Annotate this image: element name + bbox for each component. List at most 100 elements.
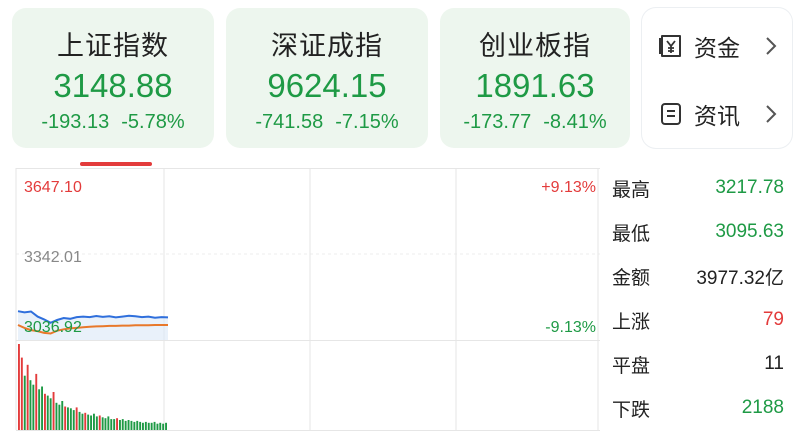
stat-label: 最低 <box>612 223 651 245</box>
stat-value: 3977.32亿 <box>696 267 784 289</box>
stat-flat-count: 平盘 11 <box>612 344 784 384</box>
chevron-right-icon <box>766 105 777 123</box>
volume-bar <box>162 423 165 430</box>
volume-bar <box>90 415 92 430</box>
stat-high: 最高 3217.78 <box>612 168 784 208</box>
index-card-chinext[interactable]: 创业板指 1891.63 -173.77 -8.41% <box>440 8 630 148</box>
index-card-shenzhen[interactable]: 深证成指 9624.15 -741.58 -7.15% <box>226 8 428 148</box>
volume-bar <box>150 422 153 430</box>
index-card-shanghai[interactable]: 上证指数 3148.88 -193.13 -5.78% <box>12 8 214 148</box>
volume-bar <box>52 392 55 430</box>
volume-bar <box>107 416 110 430</box>
pct-axis-bottom-label: -9.13% <box>545 319 596 336</box>
index-change-pct: -7.15% <box>335 111 399 133</box>
volume-bar <box>98 415 101 430</box>
volume-bar <box>46 395 49 430</box>
tab-active-indicator <box>80 162 152 166</box>
index-name: 上证指数 <box>57 31 169 61</box>
volume-bar <box>139 421 142 430</box>
volume-bar <box>113 419 116 430</box>
funds-icon <box>659 35 681 57</box>
volume-bar <box>104 418 107 430</box>
side-menu: 资金 资讯 <box>642 8 792 148</box>
volume-bar <box>72 410 75 430</box>
volume-bar <box>156 423 159 430</box>
funds-menu-item[interactable]: 资金 <box>642 16 792 76</box>
y-axis-bottom-label: 3036.92 <box>24 319 82 336</box>
index-change-pct: -5.78% <box>121 111 185 133</box>
stat-fall-count: 下跌 2188 <box>612 388 784 428</box>
index-change: -741.58 <box>255 111 324 133</box>
index-price: 9624.15 <box>267 67 387 104</box>
volume-bar <box>142 422 144 430</box>
stat-label: 平盘 <box>612 355 651 377</box>
volume-bar <box>61 401 64 430</box>
news-menu-item[interactable]: 资讯 <box>642 84 792 144</box>
volume-bar <box>23 375 26 430</box>
volume-bar <box>110 419 113 430</box>
funds-label: 资金 <box>694 35 740 61</box>
volume-bar <box>20 357 23 430</box>
volume-bar <box>144 421 147 430</box>
stat-value: 11 <box>764 353 784 374</box>
volume-bar <box>69 408 72 430</box>
volume-bar <box>35 373 38 430</box>
stat-amount: 金额 3977.32亿 <box>612 256 784 296</box>
volume-bar <box>127 420 130 430</box>
volume-bar <box>124 420 127 430</box>
stat-value: 2188 <box>741 397 784 418</box>
volume-bar <box>159 422 162 430</box>
chevron-right-icon <box>766 37 777 55</box>
volume-bar <box>55 402 58 430</box>
news-icon <box>661 103 681 125</box>
stat-label: 上涨 <box>612 311 651 333</box>
volume-bar <box>18 344 20 430</box>
index-price: 3148.88 <box>53 67 173 104</box>
stat-rise-count: 上涨 79 <box>612 300 784 340</box>
volume-bar <box>44 393 46 430</box>
index-price: 1891.63 <box>475 67 595 104</box>
index-change-pct: -8.41% <box>543 111 607 133</box>
volume-bars <box>18 344 167 430</box>
chart-grid <box>15 168 600 431</box>
volume-bar <box>84 412 87 430</box>
volume-bar <box>153 421 156 430</box>
volume-bar <box>119 420 121 430</box>
volume-bar <box>75 407 78 430</box>
stat-value: 3095.63 <box>715 221 784 242</box>
volume-bar <box>32 384 35 430</box>
volume-bar <box>130 420 133 430</box>
volume-bar <box>64 406 67 430</box>
volume-bar <box>26 364 29 430</box>
volume-bar <box>81 413 84 430</box>
y-axis-mid-label: 3342.01 <box>24 249 82 266</box>
stat-low: 最低 3095.63 <box>612 212 784 252</box>
volume-bar <box>87 414 90 430</box>
volume-bar <box>116 418 118 430</box>
index-name: 深证成指 <box>271 31 383 61</box>
index-change: -193.13 <box>41 111 110 133</box>
index-change: -173.77 <box>463 111 532 133</box>
stat-value: 79 <box>762 309 784 330</box>
index-name: 创业板指 <box>479 31 591 61</box>
stat-label: 下跌 <box>612 399 651 421</box>
volume-bar <box>78 411 81 430</box>
volume-bar <box>58 404 61 430</box>
pct-axis-top-label: +9.13% <box>541 179 596 196</box>
news-label: 资讯 <box>694 103 740 129</box>
volume-bar <box>165 422 167 430</box>
stat-label: 金额 <box>612 267 651 289</box>
volume-bar <box>121 419 124 430</box>
intraday-chart[interactable]: 3647.10 3342.01 3036.92 +9.13% -9.13% <box>0 168 600 442</box>
volume-bar <box>147 422 150 430</box>
volume-bar <box>101 417 104 430</box>
volume-bar <box>136 420 139 430</box>
volume-bar <box>93 413 95 430</box>
stat-label: 最高 <box>612 179 651 201</box>
volume-bar <box>29 380 32 430</box>
volume-bar <box>133 421 136 430</box>
volume-bar <box>49 398 52 430</box>
volume-bar <box>67 407 69 430</box>
stat-value: 3217.78 <box>715 177 784 198</box>
volume-bar <box>41 386 43 430</box>
